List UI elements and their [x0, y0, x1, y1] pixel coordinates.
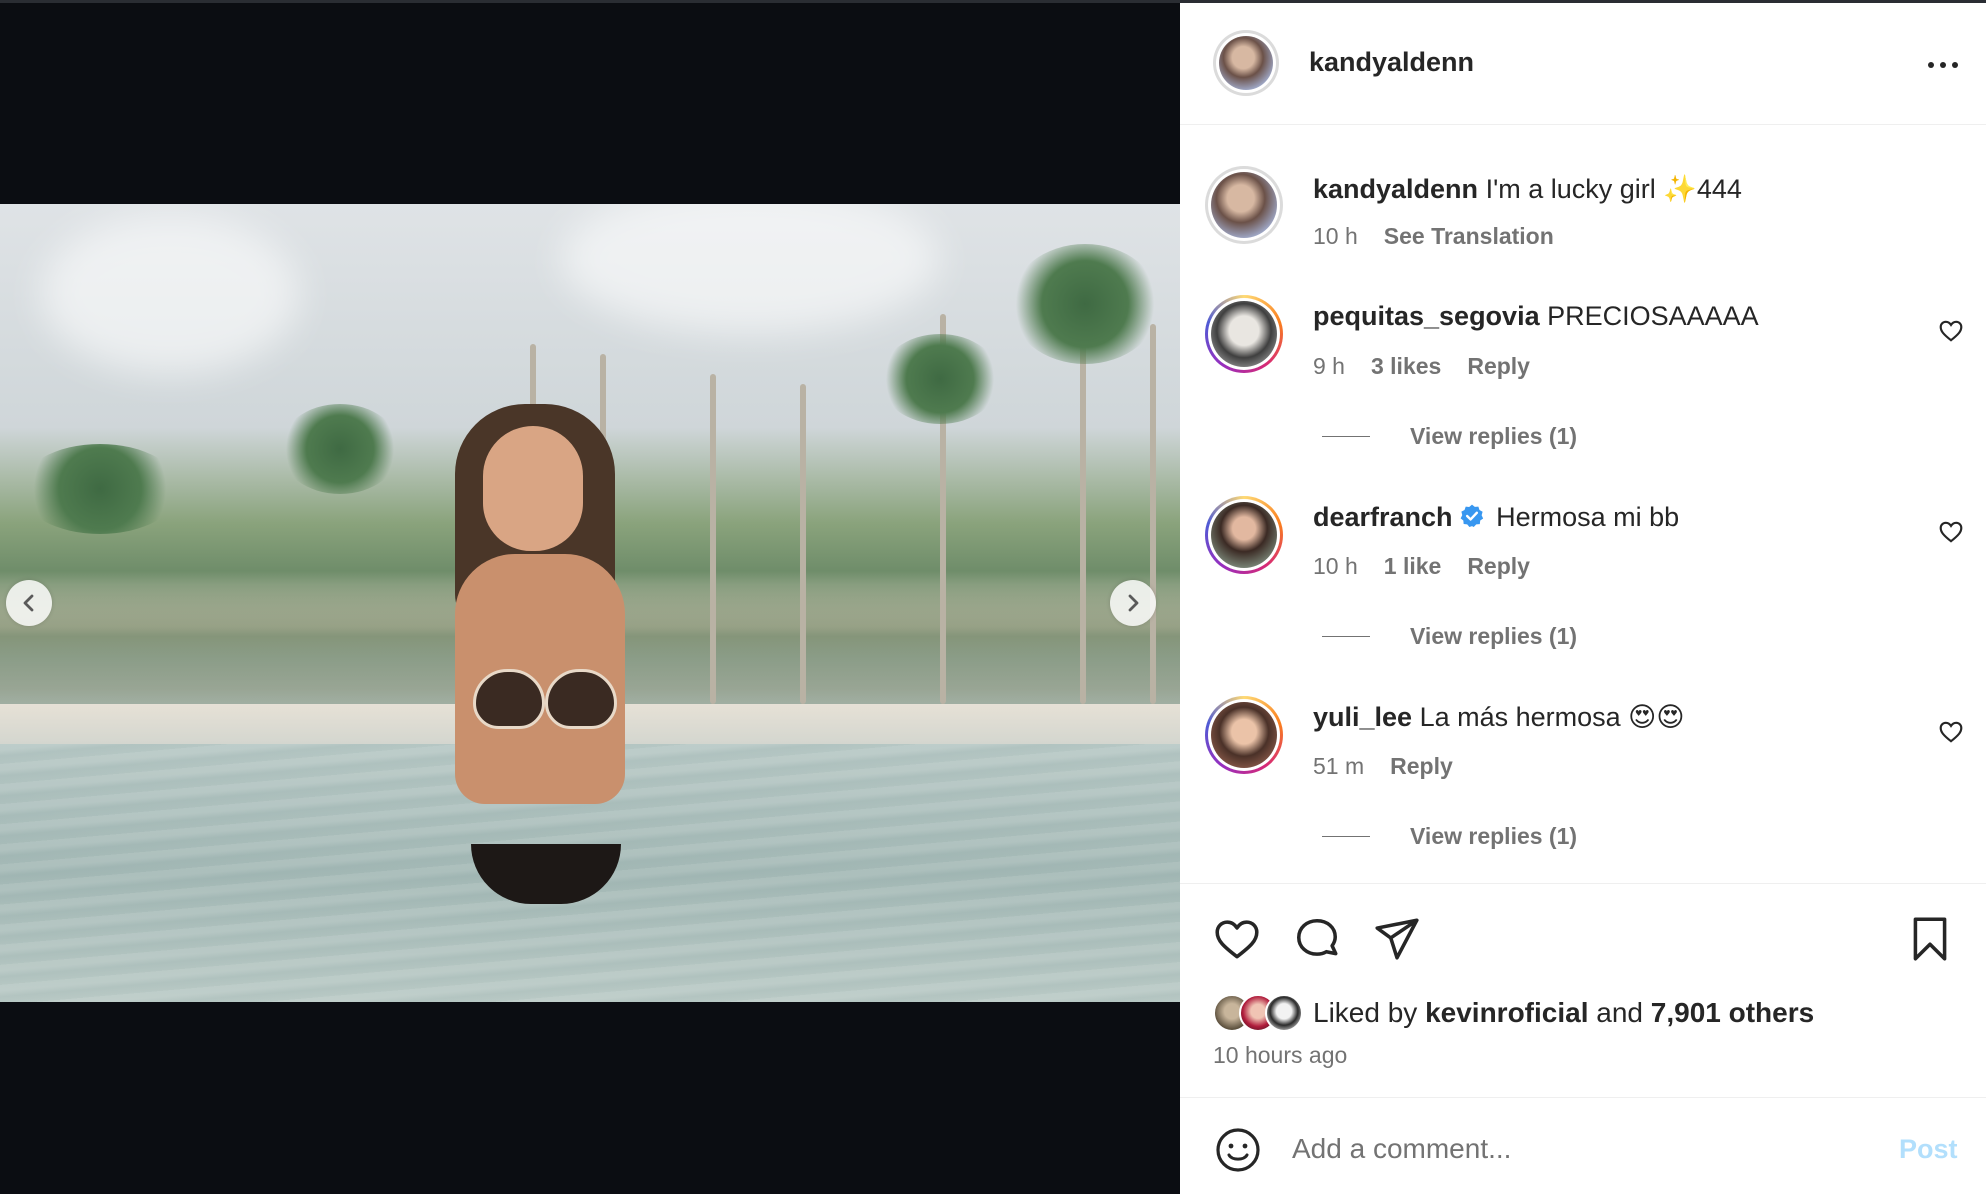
comment-likes[interactable]: 3 likes — [1371, 353, 1441, 380]
reply-button[interactable]: Reply — [1390, 753, 1453, 780]
likes-prefix: Liked by — [1313, 997, 1418, 1028]
person-figure — [435, 404, 695, 904]
caption-username[interactable]: kandyaldenn — [1313, 174, 1478, 204]
caption-meta: 10 h See Translation — [1313, 223, 1554, 250]
caption: kandyaldenn I'm a lucky girl ✨444 — [1313, 173, 1742, 205]
caption-avatar[interactable] — [1205, 166, 1283, 244]
comment-meta: 10 h 1 like Reply — [1313, 553, 1530, 580]
view-replies-button[interactable]: View replies (1) — [1322, 423, 1577, 450]
heart-icon[interactable] — [1212, 914, 1262, 964]
chevron-left-icon — [23, 594, 34, 612]
comment-composer: Post — [1180, 1097, 1986, 1194]
post-timestamp: 10 hours ago — [1213, 1042, 1348, 1068]
comment-username[interactable]: yuli_lee — [1313, 702, 1412, 732]
comment-username[interactable]: pequitas_segovia — [1313, 301, 1540, 331]
likes-text: Liked by kevinroficial and 7,901 others — [1313, 997, 1814, 1029]
media-viewer — [0, 0, 1180, 1194]
next-photo-button[interactable] — [1110, 580, 1156, 626]
caption-text: I'm a lucky girl ✨444 — [1485, 174, 1742, 204]
comment-like-icon[interactable] — [1938, 318, 1964, 344]
post-comment-button[interactable]: Post — [1899, 1134, 1958, 1165]
chevron-right-icon — [1128, 594, 1139, 612]
comment-username[interactable]: dearfranch — [1313, 502, 1453, 532]
comment-body: PRECIOSAAAAA — [1547, 301, 1759, 331]
see-translation-link[interactable]: See Translation — [1384, 223, 1554, 250]
likes-others-link[interactable]: 7,901 others — [1651, 997, 1814, 1028]
previous-photo-button[interactable] — [6, 580, 52, 626]
more-horizontal-icon — [1928, 62, 1934, 68]
comment-like-icon[interactable] — [1938, 519, 1964, 545]
view-replies-label: View replies (1) — [1410, 423, 1578, 449]
comment-bubble-icon[interactable] — [1292, 914, 1342, 964]
likes-and: and — [1596, 997, 1643, 1028]
comments-list: kandyaldenn I'm a lucky girl ✨444 10 h S… — [1180, 125, 1986, 883]
verified-badge-icon — [1460, 504, 1483, 527]
comment-time: 10 h — [1313, 553, 1358, 579]
view-replies-button[interactable]: View replies (1) — [1322, 823, 1577, 850]
comment-text: dearfranch Hermosa mi bb — [1313, 502, 1679, 533]
comment-body: Hermosa mi bb — [1496, 502, 1680, 532]
comment-avatar[interactable] — [1205, 696, 1283, 774]
smiley-icon[interactable] — [1214, 1126, 1262, 1174]
more-options-button[interactable] — [1915, 49, 1971, 81]
post-side-panel: kandyaldenn kandyaldenn I'm a lucky girl… — [1180, 0, 1986, 1194]
comment-body: La más hermosa 😍😍 — [1419, 702, 1685, 732]
paper-plane-icon[interactable] — [1372, 914, 1422, 964]
post-photo — [0, 204, 1180, 1002]
likes-summary: Liked by kevinroficial and 7,901 others — [1213, 994, 1814, 1032]
liker-username[interactable]: kevinroficial — [1425, 997, 1588, 1028]
comment-text: yuli_lee La más hermosa 😍😍 — [1313, 702, 1684, 733]
post-header: kandyaldenn — [1180, 3, 1986, 125]
view-replies-label: View replies (1) — [1410, 823, 1578, 849]
comment-likes[interactable]: 1 like — [1384, 553, 1442, 580]
caption-time: 10 h — [1313, 223, 1358, 249]
author-username[interactable]: kandyaldenn — [1309, 47, 1474, 78]
comment-like-icon[interactable] — [1938, 719, 1964, 745]
bookmark-icon[interactable] — [1905, 914, 1955, 964]
comment-time: 9 h — [1313, 353, 1345, 379]
comment-time: 51 m — [1313, 753, 1365, 779]
liker-avatar — [1265, 994, 1303, 1032]
reply-button[interactable]: Reply — [1467, 353, 1530, 380]
comment-text: pequitas_segovia PRECIOSAAAAA — [1313, 301, 1759, 332]
comment-meta: 9 h 3 likes Reply — [1313, 353, 1530, 380]
view-replies-button[interactable]: View replies (1) — [1322, 623, 1577, 650]
comment-input[interactable] — [1292, 1124, 1852, 1174]
comment-meta: 51 m Reply — [1313, 753, 1453, 780]
reply-button[interactable]: Reply — [1467, 553, 1530, 580]
comment-avatar[interactable] — [1205, 496, 1283, 574]
view-replies-label: View replies (1) — [1410, 623, 1578, 649]
comment-avatar[interactable] — [1205, 295, 1283, 373]
post-actions: Liked by kevinroficial and 7,901 others … — [1180, 883, 1986, 1097]
author-avatar[interactable] — [1213, 30, 1279, 96]
